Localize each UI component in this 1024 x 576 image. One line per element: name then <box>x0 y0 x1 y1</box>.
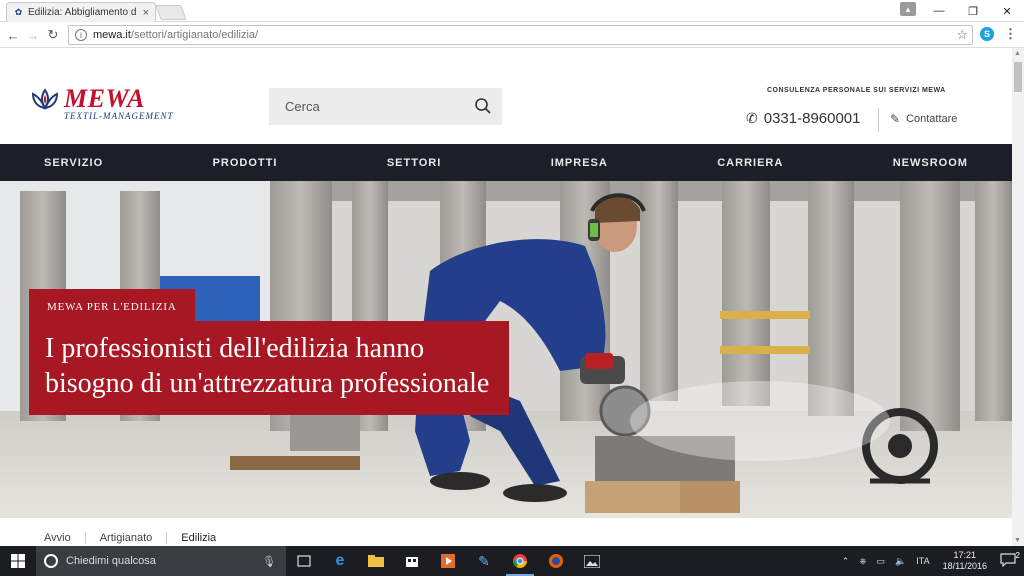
page-scrollbar[interactable]: ▲ ▼ <box>1012 48 1024 546</box>
mewa-favicon-icon: ✿ <box>14 7 23 17</box>
search-placeholder: Cerca <box>285 99 320 114</box>
window-controls: — ❐ ✕ <box>922 0 1024 22</box>
browser-toolbar: ← → ↻ i mewa.it /settori/artigianato/edi… <box>0 22 1024 48</box>
file-explorer-icon[interactable] <box>358 546 394 576</box>
windows-taskbar: Chiedimi qualcosa 🎙 e ✎ ⌃ ⎈ ▭ � <box>0 546 1024 576</box>
pencil-icon: ✎ <box>890 112 901 126</box>
contact-link[interactable]: ✎ Contattare <box>890 112 957 126</box>
chrome-taskbar-icon[interactable] <box>502 546 538 576</box>
battery-icon[interactable]: ▭ <box>877 556 886 567</box>
firefox-icon[interactable] <box>538 546 574 576</box>
hero-headline: I professionisti dell'edilizia hanno bis… <box>29 321 509 415</box>
windows-logo-icon <box>11 554 25 568</box>
scrollbar-thumb[interactable] <box>1014 62 1022 92</box>
cortana-placeholder: Chiedimi qualcosa <box>66 555 156 567</box>
notification-count: 2 <box>1015 551 1020 560</box>
url-path: /settori/artigianato/edilizia/ <box>130 29 259 41</box>
volume-icon[interactable]: 🔈 <box>895 556 906 567</box>
new-tab-button[interactable] <box>155 5 187 20</box>
browser-menu-icon[interactable]: ⋮ <box>1004 26 1017 42</box>
windows-start-button[interactable] <box>0 546 36 576</box>
breadcrumb-item-avvio[interactable]: Avvio <box>44 532 86 544</box>
microphone-icon[interactable]: 🎙 <box>262 555 276 568</box>
tab-title: Edilizia: Abbigliamento d <box>28 7 137 18</box>
clock-date: 18/11/2016 <box>942 561 987 571</box>
forward-arrow-icon[interactable]: → <box>24 26 42 44</box>
search-icon[interactable] <box>474 97 492 115</box>
contact-label: Contattare <box>906 113 958 125</box>
tab-strip: ✿ Edilizia: Abbigliamento d × ▴ — ❐ ✕ <box>0 0 1024 22</box>
photos-icon[interactable] <box>574 546 610 576</box>
breadcrumb-item-artigianato[interactable]: Artigianato <box>100 532 168 544</box>
url-host: mewa.it <box>93 29 131 41</box>
language-indicator[interactable]: ITA <box>916 556 929 566</box>
scroll-up-icon[interactable]: ▲ <box>1014 50 1021 57</box>
breadcrumb-item-edilizia: Edilizia <box>181 532 217 544</box>
mewa-logo[interactable]: MEWA TEXTIL-MANAGEMENT <box>30 86 174 121</box>
paint-app-icon[interactable]: ✎ <box>466 546 502 576</box>
skype-extension-icon[interactable]: S <box>980 27 994 41</box>
minimize-button[interactable]: — <box>922 0 956 22</box>
clock-time: 17:21 <box>953 550 977 560</box>
logo-wordmark: MEWA <box>64 84 145 113</box>
nav-item-settori[interactable]: SETTORI <box>387 157 441 169</box>
site-header: MEWA TEXTIL-MANAGEMENT Cerca CONSULENZA … <box>0 48 1012 144</box>
hero-textbox: MEWA PER L'EDILIZIA I professionisti del… <box>29 289 509 415</box>
nav-item-servizio[interactable]: SERVIZIO <box>44 157 103 169</box>
restore-button[interactable]: ❐ <box>956 0 990 22</box>
breadcrumb: Avvio Artigianato Edilizia <box>0 518 1012 546</box>
search-input[interactable]: Cerca <box>269 88 502 125</box>
close-window-button[interactable]: ✕ <box>990 0 1024 22</box>
mewa-flower-icon <box>31 88 59 110</box>
profile-icon[interactable]: ▴ <box>900 2 916 16</box>
media-player-icon[interactable] <box>430 546 466 576</box>
nav-item-newsroom[interactable]: NEWSROOM <box>893 157 968 169</box>
nav-item-carriera[interactable]: CARRIERA <box>717 157 783 169</box>
task-view-icon[interactable] <box>286 546 322 576</box>
back-arrow-icon[interactable]: ← <box>4 26 22 44</box>
clock[interactable]: 17:21 18/11/2016 <box>943 550 987 572</box>
consulting-label: CONSULENZA PERSONALE SUI SERVIZI MEWA <box>767 87 946 94</box>
header-divider <box>878 108 879 132</box>
bookmark-star-icon[interactable]: ☆ <box>956 27 968 43</box>
tray-chevron-icon[interactable]: ⌃ <box>842 556 850 567</box>
system-tray: ⌃ ⎈ ▭ 🔈 ITA 17:21 18/11/2016 2 <box>837 546 1024 576</box>
site-info-icon[interactable]: i <box>75 29 87 41</box>
store-icon[interactable] <box>394 546 430 576</box>
network-icon[interactable]: ⎈ <box>859 556 866 567</box>
nav-item-prodotti[interactable]: PRODOTTI <box>213 157 278 169</box>
phone-icon: ✆ <box>746 110 758 126</box>
page-viewport: MEWA TEXTIL-MANAGEMENT Cerca CONSULENZA … <box>0 48 1012 546</box>
edge-browser-icon[interactable]: e <box>322 546 358 576</box>
main-navigation: SERVIZIO PRODOTTI SETTORI IMPRESA CARRIE… <box>0 144 1012 181</box>
action-center-icon[interactable]: 2 <box>1000 551 1020 569</box>
reload-icon[interactable]: ↻ <box>44 26 62 44</box>
hero-banner: MEWA PER L'EDILIZIA I professionisti del… <box>0 181 1012 518</box>
scroll-down-icon[interactable]: ▼ <box>1014 537 1021 544</box>
cortana-icon <box>44 554 58 568</box>
browser-window: ✿ Edilizia: Abbigliamento d × ▴ — ❐ ✕ ← … <box>0 0 1024 576</box>
phone-link[interactable]: ✆ 0331-8960001 <box>746 110 861 127</box>
nav-item-impresa[interactable]: IMPRESA <box>551 157 608 169</box>
hero-kicker: MEWA PER L'EDILIZIA <box>29 289 195 321</box>
logo-tagline: TEXTIL-MANAGEMENT <box>64 111 174 121</box>
close-tab-icon[interactable]: × <box>143 7 149 19</box>
cortana-search-box[interactable]: Chiedimi qualcosa 🎙 <box>36 546 286 576</box>
browser-tab[interactable]: ✿ Edilizia: Abbigliamento d × <box>6 2 156 22</box>
address-bar[interactable]: i mewa.it /settori/artigianato/edilizia/… <box>68 25 973 45</box>
phone-number: 0331-8960001 <box>763 110 861 127</box>
